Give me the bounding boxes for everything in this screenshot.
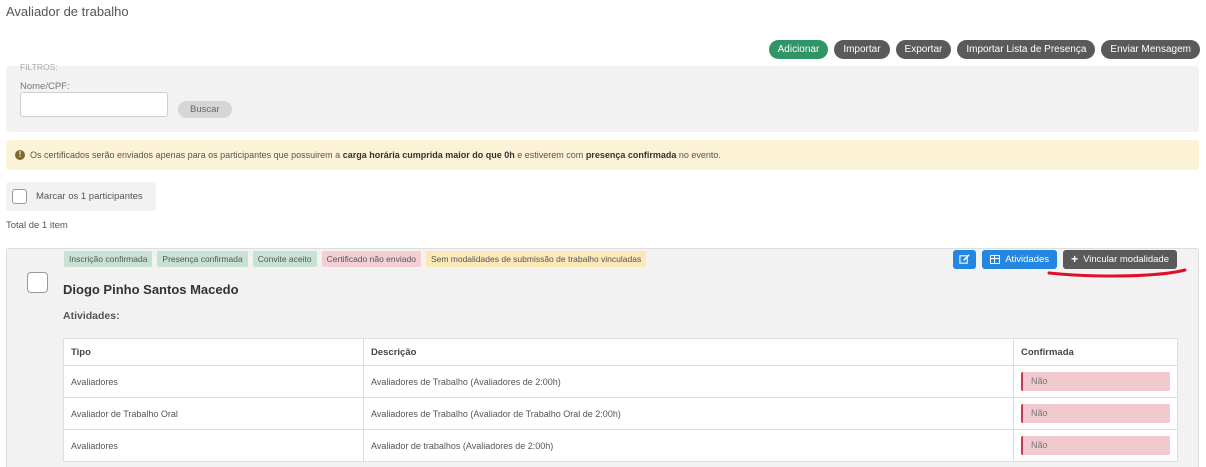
column-header-description: Descrição [363,338,1014,366]
name-cpf-input[interactable] [20,92,168,117]
edit-button[interactable] [953,250,977,269]
confirmed-status-badge: Não [1021,372,1170,391]
participant-checkbox[interactable] [27,272,48,293]
table-row: Avaliador de Trabalho Oral Avaliadores d… [63,397,1178,430]
status-badge: Certificado não enviado [321,251,421,267]
import-button[interactable]: Importar [834,40,890,59]
cell-confirmed: Não [1013,365,1178,398]
status-badge: Sem modalidades de submissão de trabalho… [425,251,647,267]
red-annotation-underline [1047,268,1187,278]
table-icon [990,255,1001,264]
send-message-button[interactable]: Enviar Mensagem [1101,40,1200,59]
export-button[interactable]: Exportar [895,40,952,59]
activities-table: Tipo Descrição Confirmada Avaliadores Av… [63,338,1178,462]
participant-name: Diogo Pinho Santos Macedo [63,282,239,297]
cell-confirmed: Não [1013,429,1178,462]
column-header-type: Tipo [63,338,364,366]
search-button[interactable]: Buscar [178,101,232,118]
filters-legend: FILTROS: [20,62,58,72]
certificate-alert: ! Os certificados serão enviados apenas … [6,140,1199,170]
edit-icon [959,254,970,264]
total-count: Total de 1 item [6,220,68,231]
status-badges: Inscrição confirmada Presença confirmada… [64,251,647,267]
name-cpf-label: Nome/CPF: [20,81,70,92]
status-badge: Presença confirmada [157,251,248,267]
cell-type: Avaliador de Trabalho Oral [63,397,364,430]
table-row: Avaliadores Avaliador de trabalhos (Aval… [63,429,1178,462]
cell-description: Avaliadores de Trabalho (Avaliador de Tr… [363,397,1014,430]
import-attendance-button[interactable]: Importar Lista de Presença [957,40,1096,59]
select-all-checkbox[interactable] [12,189,27,204]
column-header-confirmed: Confirmada [1013,338,1178,366]
cell-description: Avaliador de trabalhos (Avaliadores de 2… [363,429,1014,462]
cell-description: Avaliadores de Trabalho (Avaliadores de … [363,365,1014,398]
status-badge: Convite aceito [252,251,317,267]
alert-text: Os certificados serão enviados apenas pa… [30,150,721,160]
table-row: Avaliadores Avaliadores de Trabalho (Ava… [63,365,1178,398]
page-title: Avaliador de trabalho [6,4,129,19]
info-icon: ! [15,150,25,160]
activities-title: Atividades: [63,310,120,322]
table-header-row: Tipo Descrição Confirmada [63,338,1178,366]
select-all-participants[interactable]: Marcar os 1 participantes [6,182,156,211]
filters-panel: FILTROS: Nome/CPF: Buscar [6,62,1199,132]
status-badge: Inscrição confirmada [64,251,153,267]
activities-button[interactable]: Atividades [982,250,1058,269]
confirmed-status-badge: Não [1021,404,1170,423]
cell-type: Avaliadores [63,365,364,398]
toolbar: Adicionar Importar Exportar Importar Lis… [768,40,1200,59]
add-button[interactable]: Adicionar [768,40,829,59]
cell-confirmed: Não [1013,397,1178,430]
confirmed-status-badge: Não [1021,436,1170,455]
cell-type: Avaliadores [63,429,364,462]
select-all-label: Marcar os 1 participantes [36,191,143,202]
participant-card: Inscrição confirmada Presença confirmada… [6,248,1199,467]
